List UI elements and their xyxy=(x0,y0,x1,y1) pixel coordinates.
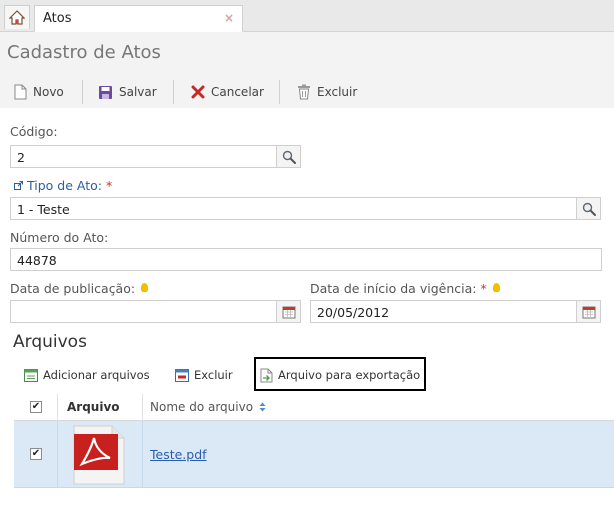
column-divider xyxy=(57,421,58,488)
novo-label: Novo xyxy=(33,85,64,99)
new-document-icon xyxy=(14,84,27,100)
tipo-ato-label[interactable]: Tipo de Ato: * xyxy=(14,178,112,193)
calendar-icon xyxy=(282,306,295,318)
table-row[interactable]: ✔ Teste.pdf xyxy=(14,421,614,488)
data-vigencia-calendar-button[interactable] xyxy=(576,300,601,323)
cancelar-label: Cancelar xyxy=(211,85,264,99)
page-header: Cadastro de Atos Novo Salvar Cancelar Ex xyxy=(0,32,614,108)
data-publicacao-calendar-button[interactable] xyxy=(276,300,301,323)
toolbar-divider xyxy=(279,80,280,104)
lightbulb-icon xyxy=(492,283,500,292)
codigo-search-button[interactable] xyxy=(276,145,301,168)
pdf-file-icon xyxy=(73,425,125,485)
tab-bar: Atos × xyxy=(0,0,614,32)
tab-label: Atos xyxy=(43,11,72,26)
column-divider xyxy=(142,421,143,488)
search-icon xyxy=(282,150,296,164)
data-vigencia-label: Data de início da vigência: * xyxy=(310,281,500,296)
column-header-nome[interactable]: Nome do arquivo xyxy=(150,400,266,414)
adicionar-arquivos-button[interactable]: Adicionar arquivos xyxy=(24,366,150,384)
cancel-x-icon xyxy=(191,85,205,99)
numero-ato-field[interactable]: 44878 xyxy=(10,248,602,271)
novo-button[interactable]: Novo xyxy=(14,82,64,102)
external-link-icon xyxy=(14,181,23,190)
page-title: Cadastro de Atos xyxy=(7,42,161,63)
data-publicacao-label: Data de publicação: xyxy=(10,281,149,296)
excluir-arquivo-label: Excluir xyxy=(194,368,233,382)
excluir-button[interactable]: Excluir xyxy=(297,82,357,102)
tipo-ato-search-button[interactable] xyxy=(576,197,601,220)
toolbar-divider xyxy=(173,80,174,104)
tab-atos[interactable]: Atos × xyxy=(34,5,243,32)
column-header-arquivo[interactable]: Arquivo xyxy=(67,400,120,414)
trash-icon xyxy=(298,84,310,100)
adicionar-arquivos-label: Adicionar arquivos xyxy=(43,368,150,382)
tipo-ato-field[interactable]: 1 - Teste xyxy=(10,197,577,220)
excluir-arquivo-button[interactable]: Excluir xyxy=(175,366,233,384)
salvar-button[interactable]: Salvar xyxy=(98,82,157,102)
codigo-field[interactable]: 2 xyxy=(10,145,277,168)
excluir-label: Excluir xyxy=(317,85,358,99)
file-link[interactable]: Teste.pdf xyxy=(150,447,207,462)
tipo-ato-label-text: Tipo de Ato: xyxy=(27,178,102,193)
home-icon xyxy=(9,10,25,25)
required-marker: * xyxy=(480,281,487,296)
column-divider xyxy=(57,394,58,421)
data-vigencia-field[interactable]: 20/05/2012 xyxy=(310,300,577,323)
column-divider xyxy=(142,394,143,421)
data-publicacao-field[interactable] xyxy=(10,300,277,323)
calendar-icon xyxy=(582,306,595,318)
codigo-label: Código: xyxy=(10,124,58,139)
sort-icon xyxy=(259,402,266,412)
lightbulb-icon xyxy=(141,283,149,292)
toolbar-divider xyxy=(82,80,83,104)
required-marker: * xyxy=(105,178,113,193)
data-vigencia-label-text: Data de início da vigência: xyxy=(310,281,477,296)
home-tab[interactable] xyxy=(4,5,30,29)
salvar-label: Salvar xyxy=(119,85,157,99)
column-header-nome-text: Nome do arquivo xyxy=(150,400,254,414)
select-all-checkbox[interactable]: ✔ xyxy=(30,401,42,413)
cancelar-button[interactable]: Cancelar xyxy=(191,82,264,102)
highlight-box xyxy=(254,357,426,391)
numero-ato-label: Número do Ato: xyxy=(10,230,109,245)
files-grid-header: ✔ Arquivo Nome do arquivo xyxy=(14,394,614,421)
save-icon xyxy=(99,85,112,99)
row-checkbox[interactable]: ✔ xyxy=(30,448,42,460)
close-icon[interactable]: × xyxy=(224,11,234,25)
arquivos-title: Arquivos xyxy=(13,332,87,352)
search-icon xyxy=(582,202,596,216)
add-file-icon xyxy=(24,368,38,382)
remove-file-icon xyxy=(175,368,189,382)
data-publicacao-label-text: Data de publicação: xyxy=(10,281,136,296)
